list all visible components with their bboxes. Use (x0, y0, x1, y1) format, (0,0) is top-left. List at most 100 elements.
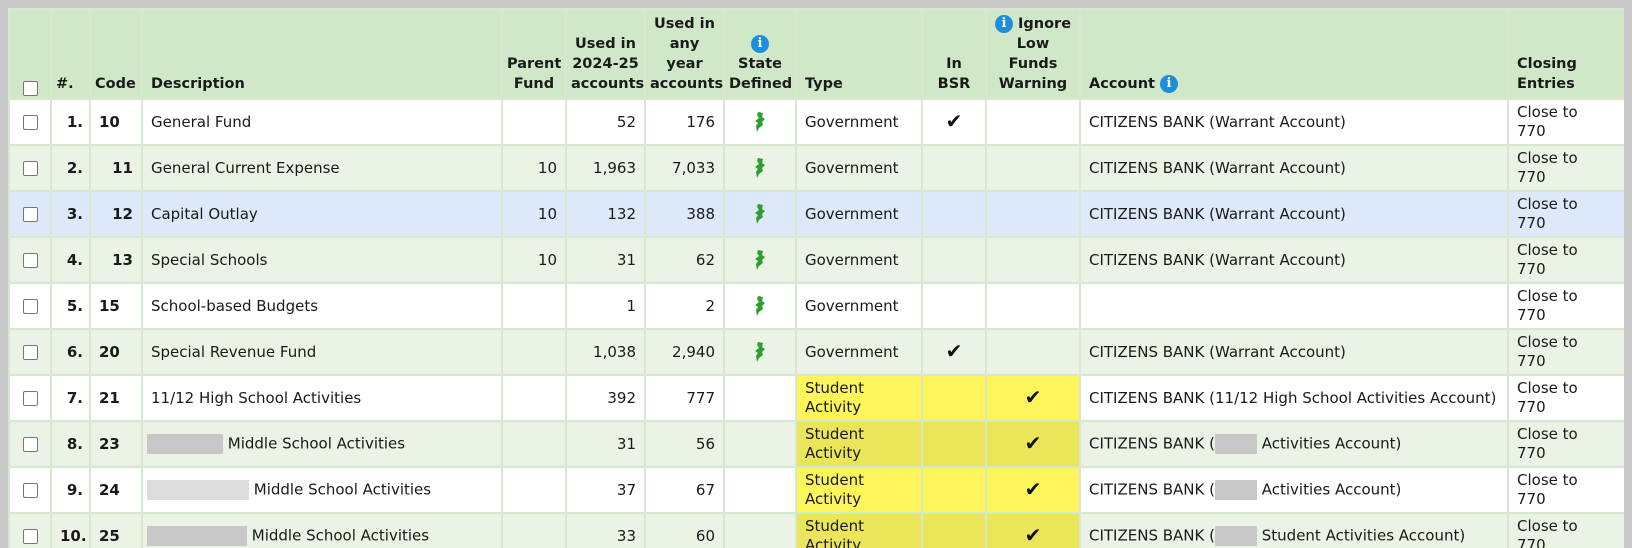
used-in-year[interactable]: 1,963 (565, 144, 646, 192)
account-cell[interactable]: CITIZENS BANK (Warrant Account) (1079, 190, 1509, 238)
table-row[interactable]: 2. 11 General Current Expense 10 1,963 7,033 G… (8, 144, 1624, 192)
used-in-year[interactable]: 1,038 (565, 328, 646, 376)
used-any-year[interactable]: 7,033 (644, 144, 725, 192)
info-icon[interactable]: i (751, 35, 769, 53)
used-in-year[interactable]: 392 (565, 374, 646, 422)
select-all-checkbox[interactable] (22, 80, 38, 96)
used-in-year[interactable]: 33 (565, 512, 646, 548)
account-cell[interactable]: CITIZENS BANK (Warrant Account) (1079, 236, 1509, 284)
account-suffix: Activities Account) (1261, 480, 1402, 499)
table-row[interactable]: 4. 13 Special Schools 10 31 62 Government CITIZ… (8, 236, 1624, 284)
row-checkbox[interactable] (22, 390, 38, 406)
used-any-year[interactable]: 60 (644, 512, 725, 548)
col-ignore-line-3: Funds (1008, 56, 1058, 72)
account-cell[interactable]: CITIZENS BANK (Warrant Account) (1079, 328, 1509, 376)
table-row[interactable]: 8. 23 Middle School Activities 31 56 Student… (8, 420, 1624, 468)
table-row[interactable]: 3. 12 Capital Outlay 10 132 388 Government CITI… (8, 190, 1624, 238)
table-row[interactable]: 10. 25 Middle School Activities 33 60 Studen… (8, 512, 1624, 548)
col-ignore-low-funds[interactable]: i Ignore Low Funds Warning (985, 8, 1081, 100)
col-num[interactable]: #. (50, 8, 91, 100)
fund-type: Student Activity (795, 374, 923, 422)
fund-code[interactable]: 11 (89, 144, 143, 192)
used-any-year[interactable]: 176 (644, 98, 725, 146)
row-checkbox[interactable] (22, 252, 38, 268)
used-any-year[interactable]: 56 (644, 420, 725, 468)
account-cell[interactable]: CITIZENS BANK ( Student Activities Accou… (1079, 512, 1509, 548)
closing-line-1: Close to (1517, 241, 1578, 259)
account-cell[interactable] (1079, 282, 1509, 330)
row-checkbox[interactable] (22, 528, 38, 544)
used-any-year[interactable]: 62 (644, 236, 725, 284)
col-in-bsr[interactable]: In BSR (921, 8, 987, 100)
row-checkbox[interactable] (22, 206, 38, 222)
row-checkbox[interactable] (22, 298, 38, 314)
fund-code[interactable]: 20 (89, 328, 143, 376)
used-in-year[interactable]: 37 (565, 466, 646, 514)
fund-code[interactable]: 25 (89, 512, 143, 548)
fund-description-cell[interactable]: Special Revenue Fund (141, 328, 503, 376)
used-in-year[interactable]: 52 (565, 98, 646, 146)
row-checkbox[interactable] (22, 344, 38, 360)
fund-code[interactable]: 15 (89, 282, 143, 330)
account-cell[interactable]: CITIZENS BANK ( Activities Account) (1079, 420, 1509, 468)
fund-code[interactable]: 13 (89, 236, 143, 284)
used-in-year[interactable]: 1 (565, 282, 646, 330)
parent-fund: 10 (501, 236, 567, 284)
fund-description-cell[interactable]: Middle School Activities (141, 466, 503, 514)
fund-description-cell[interactable]: General Fund (141, 98, 503, 146)
fund-code[interactable]: 21 (89, 374, 143, 422)
account-cell[interactable]: CITIZENS BANK (11/12 High School Activit… (1079, 374, 1509, 422)
fund-description-cell[interactable]: Middle School Activities (141, 420, 503, 468)
col-type[interactable]: Type (795, 8, 923, 100)
table-row[interactable]: 7. 21 11/12 High School Activities 392 777 St… (8, 374, 1624, 422)
used-in-year[interactable]: 132 (565, 190, 646, 238)
table-row[interactable]: 6. 20 Special Revenue Fund 1,038 2,940 Govern… (8, 328, 1624, 376)
redacted-text (147, 434, 223, 454)
account-cell[interactable]: CITIZENS BANK (Warrant Account) (1079, 98, 1509, 146)
used-any-year[interactable]: 388 (644, 190, 725, 238)
used-in-year[interactable]: 31 (565, 420, 646, 468)
fund-code[interactable]: 10 (89, 98, 143, 146)
col-ignore-line-2: Low (1016, 36, 1050, 52)
fund-description-cell[interactable]: Special Schools (141, 236, 503, 284)
fund-code[interactable]: 24 (89, 466, 143, 514)
row-checkbox[interactable] (22, 436, 38, 452)
col-used-any-year[interactable]: Used in any year accounts (644, 8, 725, 100)
fund-code[interactable]: 12 (89, 190, 143, 238)
fund-description-cell[interactable]: School-based Budgets (141, 282, 503, 330)
new-jersey-state-icon (754, 296, 766, 316)
fund-type-line-1: Government (805, 158, 899, 177)
closing-line-2: 770 (1517, 122, 1546, 140)
col-description[interactable]: Description (141, 8, 503, 100)
col-closing-entries[interactable]: Closing Entries (1507, 8, 1624, 100)
table-row[interactable]: 9. 24 Middle School Activities 37 67 Student… (8, 466, 1624, 514)
info-icon[interactable]: i (1160, 75, 1179, 93)
fund-description-cell[interactable]: Middle School Activities (141, 512, 503, 548)
table-row[interactable]: 5. 15 School-based Budgets 1 2 Government Clos… (8, 282, 1624, 330)
row-checkbox[interactable] (22, 114, 38, 130)
used-in-year[interactable]: 31 (565, 236, 646, 284)
state-defined-cell (723, 236, 797, 284)
col-used-in-year[interactable]: Used in 2024-25 accounts (565, 8, 646, 100)
info-icon[interactable]: i (994, 15, 1013, 33)
account-cell[interactable]: CITIZENS BANK (Warrant Account) (1079, 144, 1509, 192)
fund-description-cell[interactable]: Capital Outlay (141, 190, 503, 238)
col-account[interactable]: Account i (1079, 8, 1509, 100)
col-parent-fund[interactable]: Parent Fund (501, 8, 567, 100)
row-checkbox[interactable] (22, 482, 38, 498)
used-any-year[interactable]: 2,940 (644, 328, 725, 376)
col-state-defined[interactable]: i State Defined (723, 8, 797, 100)
used-any-year[interactable]: 777 (644, 374, 725, 422)
fund-type-line-1: Government (805, 250, 899, 269)
fund-description-cell[interactable]: 11/12 High School Activities (141, 374, 503, 422)
table-row[interactable]: 1. 10 General Fund 52 176 Government ✔ CITIZENS… (8, 98, 1624, 146)
used-any-year[interactable]: 67 (644, 466, 725, 514)
row-checkbox[interactable] (22, 160, 38, 176)
account-name: CITIZENS BANK (11/12 High School Activit… (1089, 388, 1497, 407)
col-code[interactable]: Code (89, 8, 143, 100)
fund-description-cell[interactable]: General Current Expense (141, 144, 503, 192)
used-any-year[interactable]: 2 (644, 282, 725, 330)
fund-description: Middle School Activities (227, 434, 406, 453)
fund-code[interactable]: 23 (89, 420, 143, 468)
account-cell[interactable]: CITIZENS BANK ( Activities Account) (1079, 466, 1509, 514)
